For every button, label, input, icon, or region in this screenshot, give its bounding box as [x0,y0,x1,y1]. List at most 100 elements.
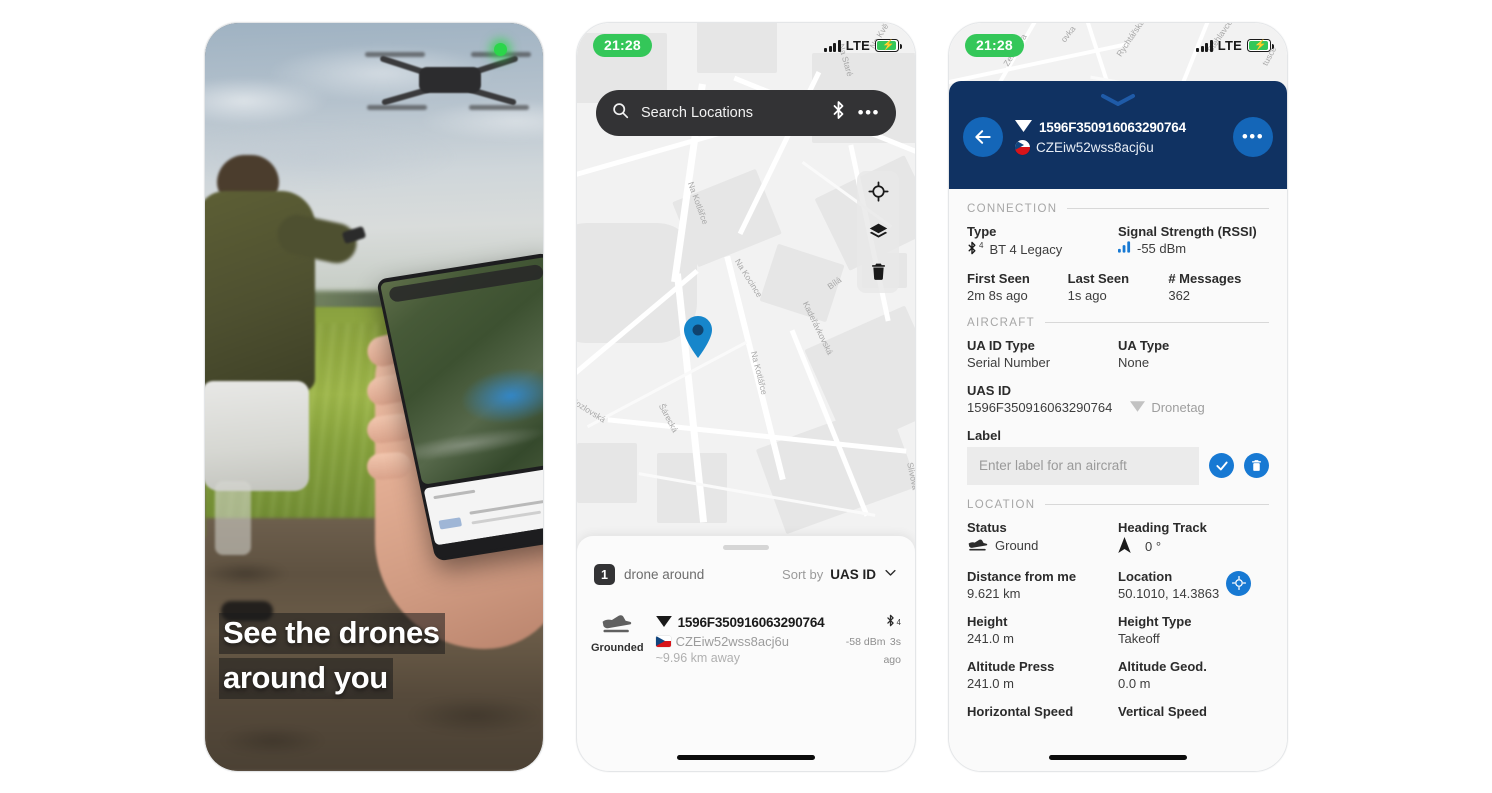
field-value: 2m 8s ago [967,287,1028,303]
trash-icon[interactable] [866,260,890,284]
field-label: Distance from me [967,568,1077,584]
field-altitude-geod: Altitude Geod. 0.0 m [1118,659,1269,691]
street-label: Šárecká [656,401,681,434]
sheet-header: 1 drone around Sort by UAS ID [594,561,898,589]
label-input-row: Enter label for an aircraft [967,446,1269,485]
section-divider [1045,504,1269,505]
collapse-chevron-icon[interactable] [1099,93,1137,112]
location-row-1: Status Ground Heading Track 0 ° [967,520,1269,556]
field-uas-id: UAS ID 1596F350916063290764 Dronetag [967,383,1269,415]
location-pin[interactable] [682,315,714,364]
czech-flag-icon [1015,139,1030,155]
section-title: CONNECTION [967,202,1058,215]
field-type: Type 4 BT 4 Legacy [967,224,1118,258]
field-label: Altitude Press [967,658,1055,674]
signal-bars-icon [1118,240,1131,256]
field-distance: Distance from me 9.621 km [967,569,1118,601]
confirm-label-button[interactable] [1209,453,1234,478]
location-row-4: Altitude Press 241.0 m Altitude Geod. 0.… [967,659,1269,691]
bluetooth-icon[interactable] [831,100,846,125]
field-altitude-press: Altitude Press 241.0 m [967,659,1118,691]
drone-operator-row: CZEiw52wss8acj6u [655,633,825,649]
locate-icon[interactable] [866,180,890,204]
location-row-3: Height 241.0 m Height Type Takeoff [967,614,1269,646]
list-item[interactable]: Grounded 1596F350916063290764 CZEiw52wss… [591,612,901,668]
delete-label-button[interactable] [1244,453,1269,478]
search-input[interactable]: Search Locations [641,105,819,121]
section-header-aircraft: AIRCRAFT [967,317,1269,329]
more-options-icon[interactable]: ••• [858,104,880,121]
sort-control[interactable]: Sort by UAS ID [782,565,898,585]
field-value: 241.0 m [967,630,1014,646]
pilot-shorts [205,380,309,491]
bluetooth-icon [967,241,977,258]
phone-hero-promo: See the drones around you [204,21,544,772]
drone-info: 1596F350916063290764 CZEiw52wss8acj6u ~9… [655,612,825,667]
field-label: Label [967,427,1001,443]
drone-uas-id: 1596F350916063290764 [677,615,825,630]
section-title: AIRCRAFT [967,316,1035,329]
layers-icon[interactable] [866,220,890,244]
map-screen: Na Kotlářce Na Kocince Na Kotlářce Kadeř… [577,22,915,771]
status-bar: 21:28 LTE ⚡ [949,23,1287,69]
drone-led-indicator [494,42,507,56]
field-last-seen: Last Seen 1s ago [1068,271,1169,303]
field-ua-id-type: UA ID Type Serial Number [967,338,1118,370]
hero-screen: See the drones around you [205,22,543,771]
center-on-location-button[interactable] [1226,570,1251,596]
field-label: Last Seen [1067,270,1130,286]
sort-by-label: Sort by [782,567,824,582]
connection-row-1: Type 4 BT 4 Legacy Signal Strength (RSSI… [967,224,1269,258]
bluetooth-icon [886,614,895,632]
detail-operator-row: CZEiw52wss8acj6u [1015,139,1221,155]
field-label: UAS ID [967,382,1012,398]
hero-caption-line-2: around you [219,657,393,699]
drone-count-group: 1 drone around [594,564,704,585]
section-divider [1067,208,1269,209]
detail-body[interactable]: CONNECTION Type 4 BT 4 Legacy Signal Str… [949,188,1287,771]
label-text-input[interactable]: Enter label for an aircraft [967,446,1199,485]
battery-charging-icon: ⚡ [875,39,902,52]
field-value: Serial Number [967,354,1051,370]
network-type-label: LTE [1217,38,1242,53]
chevron-down-icon[interactable] [883,565,898,585]
back-button[interactable] [963,116,1003,157]
section-divider [1044,322,1269,323]
phone-detail-screen: Zengrova ovka Rychtářská Stehlavce tusce… [948,21,1288,772]
field-value: 9.621 km [967,585,1021,601]
map-tools-panel [857,170,899,293]
status-indicators: LTE ⚡ [824,38,902,53]
field-horizontal-speed: Horizontal Speed [967,704,1118,721]
status-bar: 21:28 LTE ⚡ [577,23,915,69]
field-label: Horizontal Speed [967,703,1074,719]
pilot-leg [215,480,251,555]
field-label: # Messages [1168,270,1242,286]
phone-map-screen: Na Kotlářce Na Kocince Na Kotlářce Kadeř… [576,21,916,772]
connection-row-2: First Seen 2m 8s ago Last Seen 1s ago # … [967,271,1269,303]
section-header-connection: CONNECTION [967,203,1269,215]
field-first-seen: First Seen 2m 8s ago [967,271,1068,303]
hero-caption: See the drones around you [219,612,519,699]
section-header-location: LOCATION [967,499,1269,511]
detail-screen: Zengrova ovka Rychtářská Stehlavce tusce… [949,22,1287,771]
street-label: Kozlovská [577,394,608,425]
field-value: None [1118,354,1150,370]
field-label: Status [967,519,1007,535]
field-value: 4 BT 4 Legacy [967,241,1118,258]
search-bar[interactable]: Search Locations ••• [596,89,896,136]
drone-status-label: Grounded [591,641,644,654]
field-height-type: Height Type Takeoff [1118,614,1269,646]
field-value: -55 dBm [1118,241,1269,256]
more-options-button[interactable]: ••• [1233,116,1273,157]
field-label: Heading Track [1118,519,1207,535]
field-label: First Seen [967,270,1030,286]
field-heading-track: Heading Track 0 ° [1118,520,1269,556]
drone-operator-id: CZEiw52wss8acj6u [675,633,789,649]
status-clock: 21:28 [593,34,652,57]
battery-charging-icon: ⚡ [1247,39,1274,52]
grounded-aircraft-icon [967,537,989,555]
field-value: 0.0 m [1118,675,1151,691]
sort-by-value: UAS ID [830,567,876,582]
sheet-grabber[interactable] [723,544,769,550]
dronetag-logo-icon [1130,400,1146,415]
